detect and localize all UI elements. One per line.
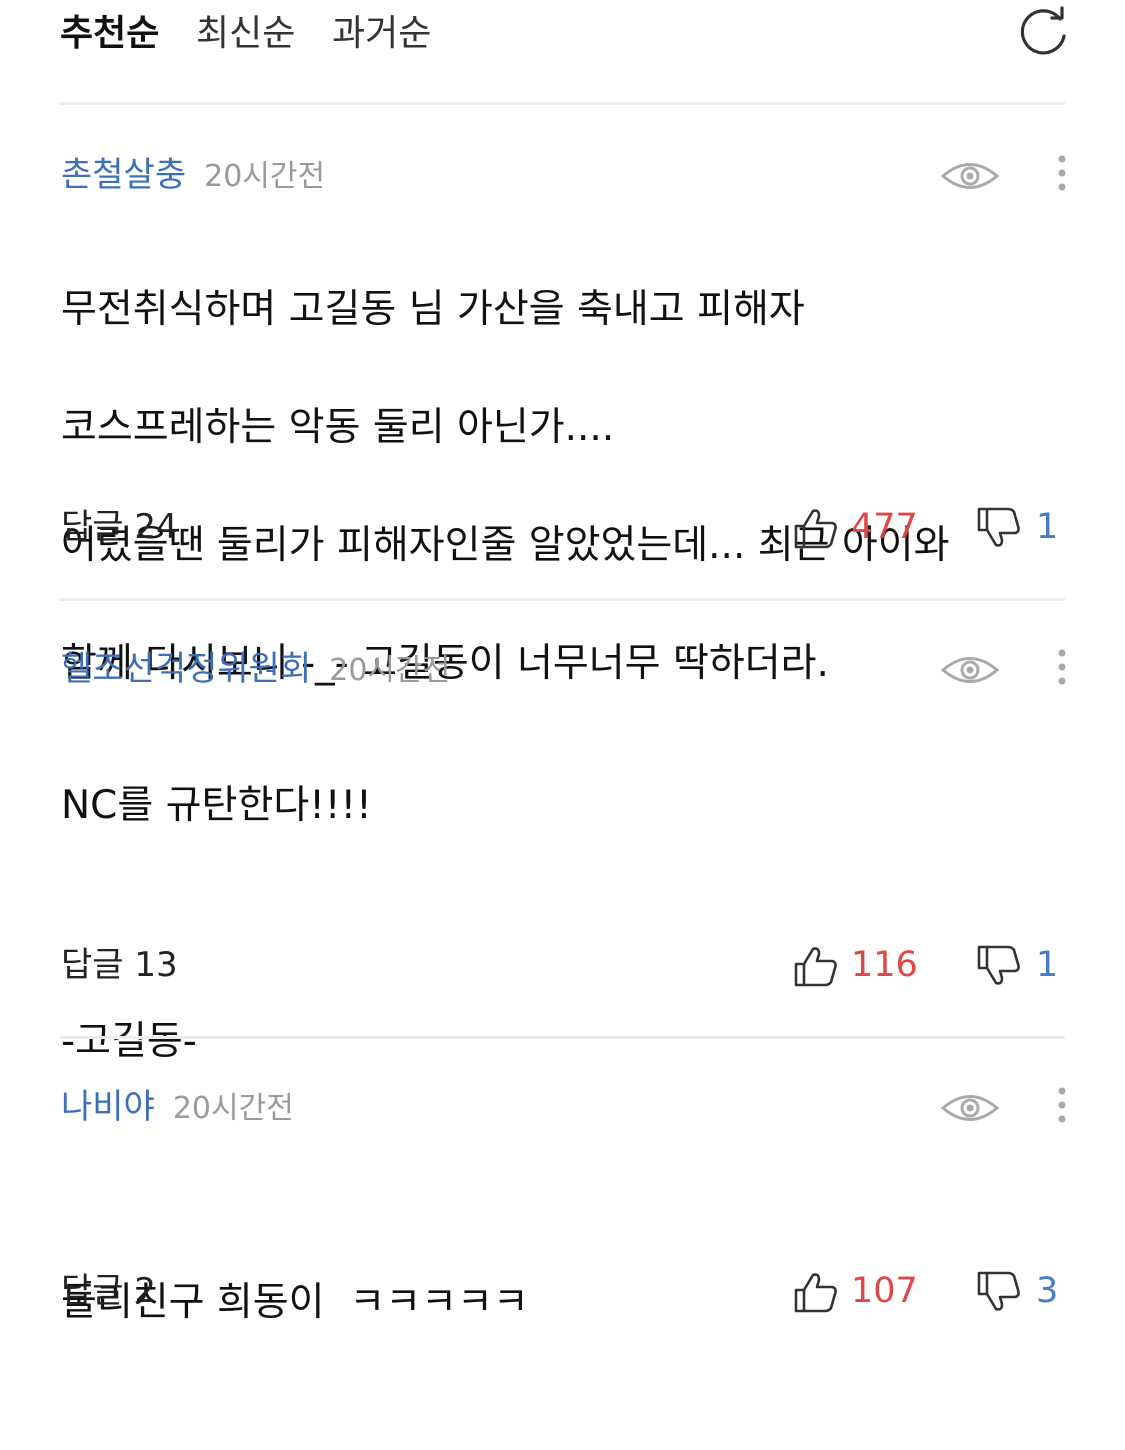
comment-line: 둘리친구 희동이 ㅋㅋㅋㅋㅋ xyxy=(61,1280,529,1325)
comment-item: 나비야 20시간전 둘리친구 희동이 ㅋㅋㅋㅋㅋ 답글 2 107 3 xyxy=(0,1085,1125,1325)
more-vertical-icon[interactable] xyxy=(1050,153,1074,197)
thumbs-up-icon xyxy=(794,1273,837,1313)
sort-tab-recommended[interactable]: 추천순 xyxy=(60,10,159,58)
comment-line xyxy=(61,894,1071,953)
comment-body: NC를 규탄한다!!!! -고길동- xyxy=(61,717,1071,1130)
thumbs-up-icon xyxy=(794,947,837,987)
comment-item: 촌철살충 20시간전 무전취식하며 고길동 님 가산을 축내고 피해자 코스프레하… xyxy=(0,153,1125,686)
more-vertical-icon[interactable] xyxy=(1050,1085,1074,1129)
comment-line: 코스프레하는 악동 둘리 아닌가.... xyxy=(61,405,615,450)
eye-icon[interactable] xyxy=(940,653,1000,687)
comment-time: 20시간전 xyxy=(172,1091,294,1126)
comment-author[interactable]: 촌철살충 20시간전 xyxy=(61,153,325,199)
dislike-count: 1 xyxy=(1036,507,1059,547)
reply-button[interactable]: 답글 2 xyxy=(61,1269,156,1313)
reply-button[interactable]: 답글 24 xyxy=(61,505,178,549)
dislike-count: 3 xyxy=(1036,1271,1059,1311)
like-count: 107 xyxy=(851,1271,918,1311)
reply-button[interactable]: 답글 13 xyxy=(61,943,178,987)
author-name[interactable]: 촌철살충 xyxy=(61,155,186,195)
thumbs-down-icon xyxy=(977,507,1020,547)
thumbs-down-icon xyxy=(977,945,1020,985)
dislike-count: 1 xyxy=(1036,945,1059,985)
comment-author[interactable]: 나비야 20시간전 xyxy=(61,1085,294,1131)
author-name[interactable]: 나비야 xyxy=(61,1087,155,1127)
sort-bar: 추천순 최신순 과거순 xyxy=(0,0,1125,104)
comment-line: 어렸을땐 둘리가 피해자인줄 알았었는데... 최근 아이와 xyxy=(61,523,950,568)
comment-time: 20시간전 xyxy=(204,159,326,194)
thumbs-up-icon xyxy=(794,509,837,549)
sort-tab-oldest[interactable]: 과거순 xyxy=(332,10,431,58)
comment-line: NC를 규탄한다!!!! xyxy=(61,783,372,828)
divider xyxy=(60,598,1065,601)
divider xyxy=(60,1036,1065,1039)
comment-author[interactable]: 헬조선걱정위원회 20시간전 xyxy=(61,647,450,693)
comment-item: 헬조선걱정위원회 20시간전 NC를 규탄한다!!!! -고길동- 답글 13 1… xyxy=(0,647,1125,1064)
eye-icon[interactable] xyxy=(940,1091,1000,1125)
divider xyxy=(60,102,1065,105)
more-vertical-icon[interactable] xyxy=(1050,647,1074,691)
comment-time: 20시간전 xyxy=(329,653,451,688)
eye-icon[interactable] xyxy=(940,159,1000,193)
comment-body: 둘리친구 희동이 ㅋㅋㅋㅋㅋ xyxy=(61,1155,1071,1450)
refresh-icon[interactable] xyxy=(1016,6,1070,60)
like-count: 477 xyxy=(851,507,918,547)
sort-tab-newest[interactable]: 최신순 xyxy=(196,10,295,58)
like-count: 116 xyxy=(851,945,918,985)
comment-line: -고길동- xyxy=(61,1019,197,1064)
author-name[interactable]: 헬조선걱정위원회 xyxy=(61,649,311,689)
comment-line: 무전취식하며 고길동 님 가산을 축내고 피해자 xyxy=(61,287,805,332)
thumbs-down-icon xyxy=(977,1271,1020,1311)
